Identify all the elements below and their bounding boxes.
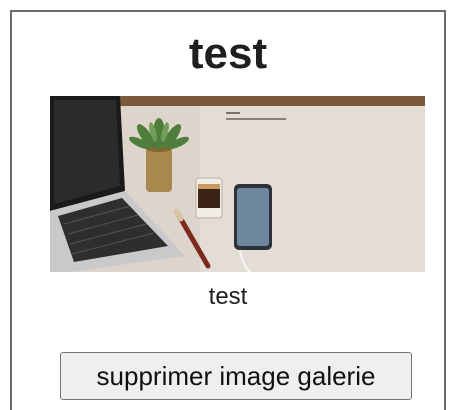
gallery-title: test — [188, 29, 268, 78]
gallery-image — [50, 96, 425, 272]
desk-photo-image — [50, 96, 425, 272]
delete-gallery-image-button[interactable]: supprimer image galerie — [60, 352, 412, 400]
gallery-caption: test — [208, 283, 248, 310]
gallery-card: test test supprimer image galerie — [10, 10, 446, 410]
